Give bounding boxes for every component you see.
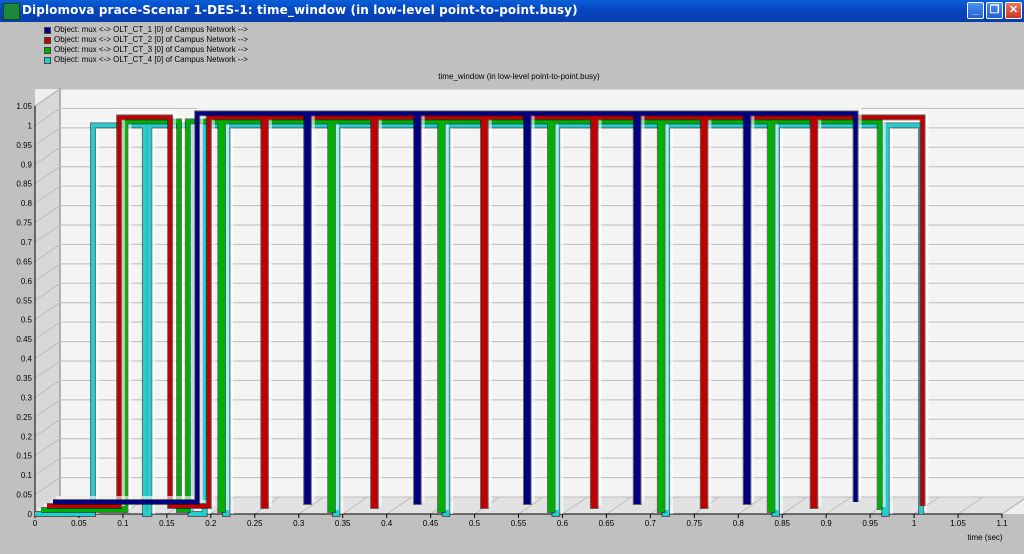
x-tick-label: 0.4 <box>381 519 393 528</box>
y-tick-label: 0.15 <box>16 452 32 461</box>
x-tick-label: 0.1 <box>117 519 129 528</box>
x-tick-label: 1.1 <box>996 519 1008 528</box>
x-tick-label: 0.7 <box>645 519 657 528</box>
x-tick-label: 1.05 <box>950 519 966 528</box>
y-tick-label: 0.95 <box>16 141 32 150</box>
y-tick-label: 1 <box>28 121 33 130</box>
y-tick-label: 0.3 <box>21 393 33 402</box>
y-tick-label: 0.85 <box>16 180 32 189</box>
x-tick-label: 0.65 <box>599 519 615 528</box>
x-tick-label: 0.3 <box>293 519 305 528</box>
x-tick-label: 1 <box>912 519 917 528</box>
time-window-chart: 0 0.05 0.1 0.15 0.2 0.25 0.3 0.35 0.4 0.45 0.5 0.55… <box>16 72 1024 542</box>
y-tick-label: 1.05 <box>16 102 32 111</box>
y-tick-label: 0.35 <box>16 374 32 383</box>
x-tick-label: 0.45 <box>423 519 439 528</box>
y-tick-label: 0.2 <box>21 432 33 441</box>
x-tick-label: 0.85 <box>774 519 790 528</box>
x-tick-label: 0.35 <box>335 519 351 528</box>
x-tick-label: 0.8 <box>733 519 745 528</box>
y-tick-label: 0.9 <box>21 160 33 169</box>
x-tick-label: 0.2 <box>205 519 217 528</box>
x-tick-label: 0.95 <box>862 519 878 528</box>
y-tick-label: 0.65 <box>16 257 32 266</box>
y-tick-label: 0.25 <box>16 413 32 422</box>
x-tick-label: 0.9 <box>821 519 833 528</box>
y-tick-label: 0.5 <box>21 316 33 325</box>
x-tick-label: 0.25 <box>247 519 263 528</box>
x-tick-label: 0.55 <box>511 519 527 528</box>
y-tick-label: 0.7 <box>21 238 33 247</box>
y-tick-label: 0.55 <box>16 296 32 305</box>
y-tick-label: 0.1 <box>21 471 33 480</box>
y-tick-label: 0.8 <box>21 199 33 208</box>
chart-title: time_window (in low-level point-to-point… <box>438 72 600 81</box>
x-tick-label: 0 <box>33 519 38 528</box>
y-tick-label: 0.05 <box>16 491 32 500</box>
plot-left-wall <box>34 88 61 515</box>
y-tick-label: 0.75 <box>16 219 32 228</box>
x-tick-label: 0.75 <box>687 519 703 528</box>
x-tick-label: 0.05 <box>71 519 87 528</box>
x-tick-label: 0.15 <box>159 519 175 528</box>
y-tick-label: 0 <box>28 510 33 519</box>
y-tick-label: 0.6 <box>21 277 33 286</box>
x-tick-label: 0.5 <box>469 519 481 528</box>
x-tick-label: 0.6 <box>557 519 569 528</box>
y-tick-label: 0.45 <box>16 335 32 344</box>
x-axis-label: time (sec) <box>967 533 1002 542</box>
y-tick-label: 0.4 <box>21 355 33 364</box>
